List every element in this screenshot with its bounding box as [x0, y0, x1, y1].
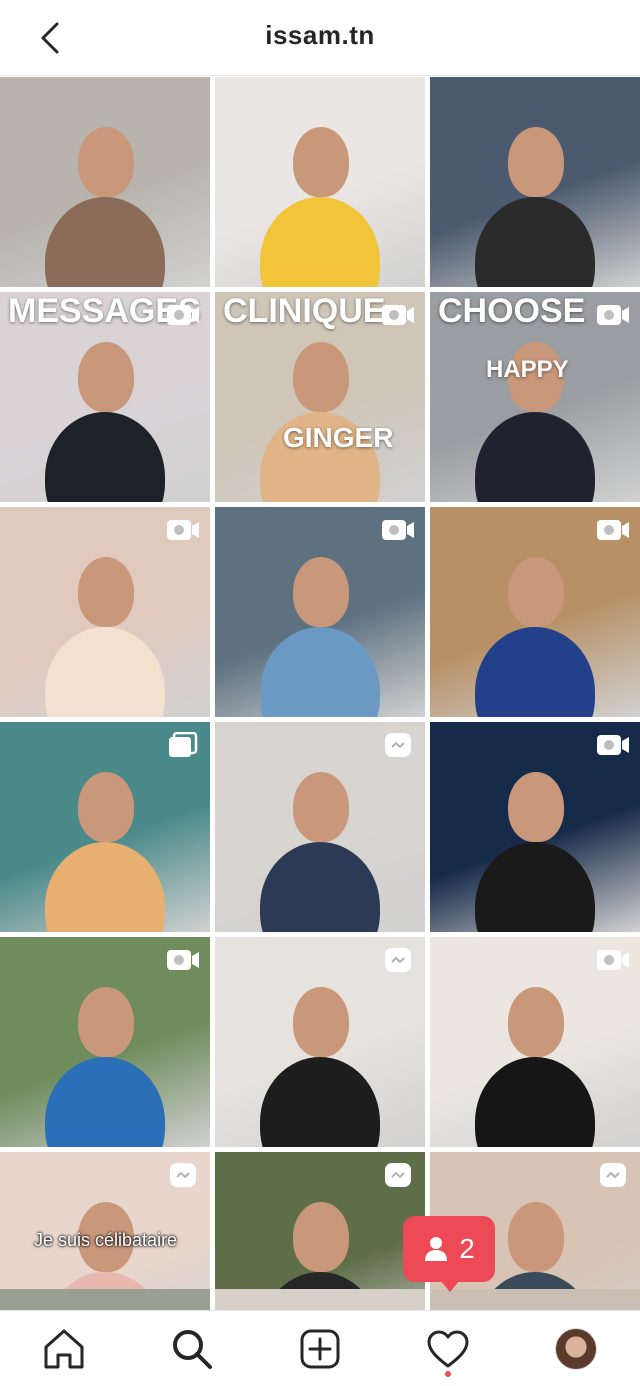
carousel-icon — [169, 732, 198, 757]
post-tile[interactable] — [215, 722, 425, 932]
home-icon — [44, 1329, 84, 1369]
photo-subject-head — [508, 1202, 564, 1272]
post-overlay-text: Je suis célibataire — [34, 1230, 178, 1250]
photo-subject-head — [293, 987, 349, 1057]
post-tile[interactable] — [0, 1289, 210, 1310]
reel-icon — [600, 1163, 626, 1187]
page-title: issam.tn — [265, 20, 375, 50]
follower-notification-bubble[interactable]: 2 — [403, 1216, 495, 1282]
nav-profile[interactable] — [552, 1325, 600, 1373]
photo-subject-head — [293, 772, 349, 842]
video-camera-icon — [167, 305, 199, 325]
photo-subject-head — [293, 557, 349, 627]
video-camera-icon — [597, 735, 629, 755]
reel-icon — [385, 1163, 411, 1187]
photo-subject-head — [293, 127, 349, 197]
nav-new-post[interactable] — [296, 1325, 344, 1373]
person-icon — [425, 1237, 448, 1261]
notification-pointer — [440, 1280, 460, 1292]
bottom-navigation — [0, 1310, 640, 1386]
post-tile[interactable] — [215, 1289, 425, 1310]
post-overlay-subtext: HAPPY — [486, 356, 569, 383]
video-camera-icon — [597, 950, 629, 970]
video-camera-icon — [167, 520, 199, 540]
new-post-icon — [300, 1329, 340, 1369]
post-overlay-text: CHOOSE — [438, 292, 586, 330]
post-tile[interactable] — [430, 1289, 640, 1310]
nav-activity[interactable] — [424, 1325, 472, 1373]
photo-subject-head — [78, 557, 134, 627]
photo-subject-head — [508, 772, 564, 842]
photo-subject-head — [78, 772, 134, 842]
posts-row-partial — [0, 1289, 640, 1310]
photo-subject-head — [508, 127, 564, 197]
search-icon — [173, 1330, 212, 1369]
post-tile[interactable]: CHOOSE HAPPY — [430, 292, 640, 502]
post-overlay-text: CLINIQUE — [223, 292, 386, 330]
activity-indicator-dot — [445, 1371, 451, 1377]
post-tile[interactable] — [430, 507, 640, 717]
video-camera-icon — [597, 520, 629, 540]
photo-subject-head — [508, 557, 564, 627]
post-tile[interactable] — [215, 77, 425, 287]
post-tile[interactable] — [0, 937, 210, 1147]
photo-subject-head — [293, 342, 349, 412]
video-camera-icon — [382, 305, 414, 325]
post-tile[interactable] — [0, 722, 210, 932]
profile-avatar — [555, 1328, 597, 1370]
photo-subject-head — [508, 987, 564, 1057]
reel-icon — [170, 1163, 196, 1187]
video-camera-icon — [382, 520, 414, 540]
post-tile[interactable] — [430, 722, 640, 932]
video-camera-icon — [167, 950, 199, 970]
photo-subject-head — [293, 1202, 349, 1272]
nav-search[interactable] — [168, 1325, 216, 1373]
activity-heart-icon — [427, 1330, 469, 1368]
photo-subject-head — [78, 127, 134, 197]
post-tile[interactable] — [430, 77, 640, 287]
nav-home[interactable] — [40, 1325, 88, 1373]
video-camera-icon — [597, 305, 629, 325]
post-tile[interactable] — [0, 77, 210, 287]
post-tile[interactable]: MESSAGES — [0, 292, 210, 502]
post-overlay-subtext: GINGER — [283, 422, 394, 453]
photo-subject-head — [78, 987, 134, 1057]
post-tile[interactable]: CLINIQUE GINGER — [215, 292, 425, 502]
post-tile[interactable] — [215, 937, 425, 1147]
post-tile[interactable] — [0, 507, 210, 717]
notification-count: 2 — [459, 1233, 475, 1264]
photo-subject-head — [78, 342, 134, 412]
post-tile[interactable] — [430, 937, 640, 1147]
profile-header: issam.tn — [0, 0, 640, 76]
post-tile[interactable] — [215, 507, 425, 717]
reel-icon — [385, 733, 411, 757]
reel-icon — [385, 948, 411, 972]
